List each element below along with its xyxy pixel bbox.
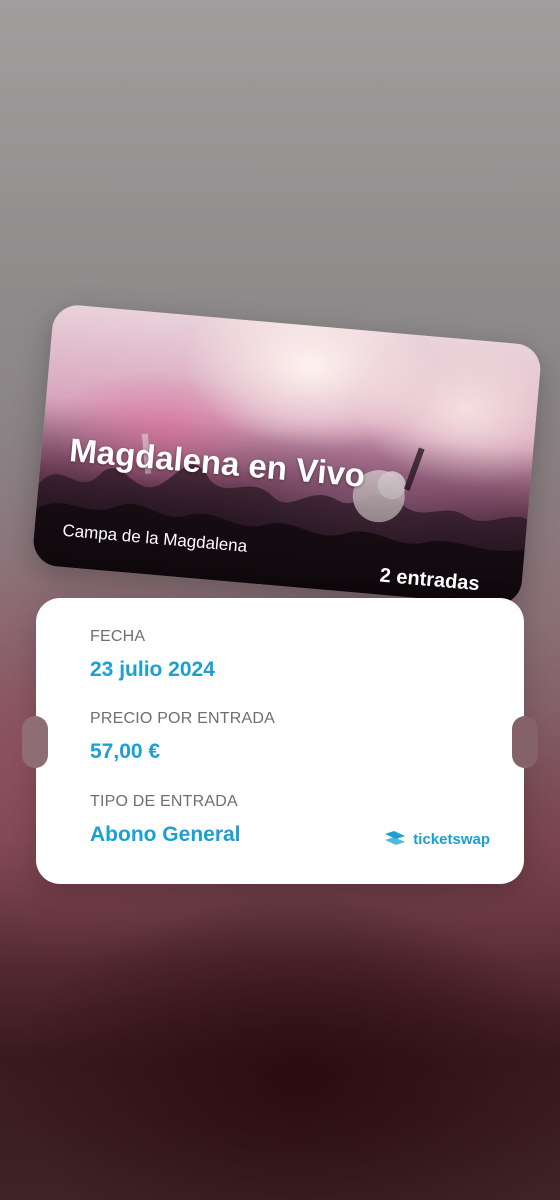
ticketswap-brand: ticketswap	[383, 830, 490, 848]
brand-name: ticketswap	[413, 830, 490, 848]
date-label: FECHA	[90, 628, 146, 645]
price-value: 57,00 €	[90, 740, 161, 763]
price-label: PRECIO POR ENTRADA	[90, 710, 275, 727]
ticketswap-logo-icon	[385, 831, 406, 845]
ticket-details-card[interactable]: FECHA 23 julio 2024 PRECIO POR ENTRADA 5…	[22, 598, 538, 884]
ticket-type-value: Abono General	[90, 823, 241, 846]
ticket-type-label: TIPO DE ENTRADA	[90, 793, 238, 810]
date-value: 23 julio 2024	[90, 658, 215, 681]
ticket-notch-right	[512, 716, 538, 768]
ticket-notch-left	[22, 716, 48, 768]
ticket-header[interactable]: Magdalena en Vivo Campa de la Magdalena …	[31, 303, 543, 607]
